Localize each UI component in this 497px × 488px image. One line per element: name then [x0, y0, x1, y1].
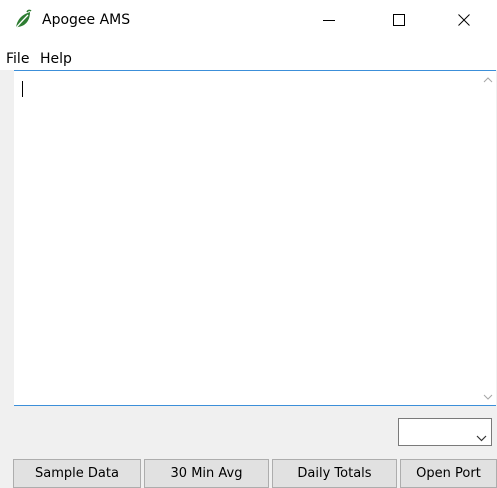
close-button[interactable] [441, 0, 487, 40]
close-icon [458, 14, 470, 26]
title-bar[interactable]: Apogee AMS [0, 0, 497, 40]
menu-bar: File Help [0, 40, 497, 70]
port-select[interactable] [398, 418, 492, 446]
vertical-scrollbar[interactable] [479, 71, 496, 405]
chevron-down-icon [483, 394, 492, 400]
menu-help[interactable]: Help [40, 50, 72, 68]
output-text-area[interactable] [14, 70, 496, 406]
leaf-icon [12, 9, 34, 31]
scroll-up-button[interactable] [479, 71, 496, 88]
minimize-button[interactable] [306, 0, 352, 40]
chevron-down-icon [476, 427, 487, 446]
open-port-button[interactable]: Open Port [400, 459, 497, 488]
text-caret [22, 81, 23, 97]
maximize-button[interactable] [376, 0, 422, 40]
30-min-avg-button[interactable]: 30 Min Avg [144, 459, 269, 488]
menu-file[interactable]: File [6, 50, 29, 68]
chevron-up-icon [483, 76, 492, 82]
maximize-icon [393, 14, 405, 26]
minimize-icon [323, 20, 335, 21]
daily-totals-button[interactable]: Daily Totals [272, 459, 397, 488]
sample-data-button[interactable]: Sample Data [13, 459, 141, 488]
window-title: Apogee AMS [42, 12, 131, 28]
scroll-down-button[interactable] [479, 388, 496, 405]
